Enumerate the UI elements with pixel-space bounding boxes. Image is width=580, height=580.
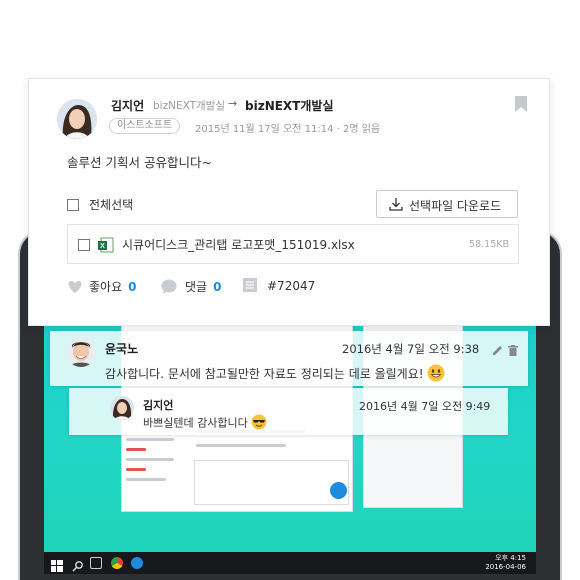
- tag-list-icon: [243, 278, 257, 295]
- like-label: 좋아요: [89, 280, 123, 294]
- compose-fab: [330, 482, 347, 499]
- decor-line: [126, 478, 166, 481]
- download-button-label: 선택파일 다운로드: [409, 199, 502, 213]
- comment-action[interactable]: 댓글 0: [161, 278, 221, 297]
- pencil-icon[interactable]: [492, 341, 503, 360]
- arrow-icon: →: [228, 97, 238, 110]
- chrome-icon[interactable]: [111, 557, 123, 569]
- decor-line: [126, 448, 146, 451]
- select-all-checkbox[interactable]: [67, 199, 79, 211]
- comment-count: 0: [213, 280, 222, 294]
- screenshot: 오후 4:15 2016-04-06 김지언 bizNEXT개발실 → bizN…: [0, 0, 580, 580]
- decor-line: [196, 444, 286, 447]
- decor-line: [126, 458, 174, 461]
- commenter-avatar[interactable]: [66, 337, 96, 367]
- decor-line: [126, 468, 146, 471]
- comment-time: 2016년 4월 7일 오전 9:38: [342, 342, 480, 356]
- like-action[interactable]: 좋아요 0: [67, 278, 136, 297]
- post-meta: 2015년 11월 17일 오전 11:14 · 2명 읽음: [195, 124, 381, 135]
- comment-text: 바쁘실텐데 감사합니다: [143, 414, 267, 433]
- clock[interactable]: 오후 4:15 2016-04-06: [485, 554, 526, 572]
- app-icon[interactable]: [131, 557, 143, 569]
- like-count: 0: [128, 280, 137, 294]
- bookmark-icon[interactable]: [515, 96, 527, 112]
- post-message: 솔루션 기획서 공유합니다~: [67, 155, 212, 170]
- download-icon: [389, 197, 403, 214]
- taskbar: 오후 4:15 2016-04-06: [44, 552, 536, 574]
- comment-text-body: 바쁘실텐데 감사합니다: [143, 416, 248, 430]
- comment-item: 윤국노 2016년 4월 7일 오전 9:38 감사합니다. 문서에 참고될만한…: [50, 331, 528, 386]
- clock-date: 2016-04-06: [485, 563, 526, 571]
- excel-file-icon: X: [98, 237, 114, 257]
- author-avatar[interactable]: [57, 99, 97, 139]
- author-name[interactable]: 김지언: [111, 97, 144, 114]
- search-icon[interactable]: [72, 557, 84, 572]
- file-checkbox[interactable]: [78, 239, 90, 251]
- select-all-label[interactable]: 전체선택: [89, 196, 133, 213]
- comment-time: 2016년 4월 7일 오전 9:49: [359, 400, 491, 413]
- commenter-avatar[interactable]: [110, 396, 134, 420]
- trash-icon[interactable]: [508, 341, 518, 360]
- attachment-row[interactable]: X 시큐어디스크_관리탭 로고포맷_151019.xlsx 58.15KB: [67, 224, 519, 264]
- task-view-icon[interactable]: [90, 557, 102, 569]
- comment-item: 김지언 2016년 4월 7일 오전 9:49 바쁘실텐데 감사합니다: [69, 388, 508, 435]
- comment-text: 감사합니다. 문서에 참고될만한 자료도 정리되는 데로 올릴게요!: [105, 364, 445, 385]
- background-post-card: [194, 460, 349, 505]
- comment-text-body: 감사합니다. 문서에 참고될만한 자료도 정리되는 데로 올릴게요!: [105, 367, 424, 381]
- svg-text:X: X: [100, 243, 105, 250]
- comment-label: 댓글: [185, 280, 208, 294]
- heart-icon: [67, 280, 83, 297]
- smile-emoji-icon: [427, 364, 445, 385]
- comment-bubble-icon: [161, 279, 177, 297]
- target-group[interactable]: bizNEXT개발실: [245, 97, 334, 114]
- sunglasses-emoji-icon: [251, 414, 267, 433]
- company-tag: 이스트소프트: [109, 118, 181, 134]
- download-selected-button[interactable]: 선택파일 다운로드: [376, 190, 518, 218]
- author-department: bizNEXT개발실: [153, 100, 225, 112]
- commenter-name[interactable]: 윤국노: [105, 340, 138, 357]
- post-card: 김지언 bizNEXT개발실 → bizNEXT개발실 이스트소프트 2015년…: [28, 78, 550, 326]
- file-size: 58.15KB: [469, 239, 509, 250]
- decor-line: [126, 438, 174, 441]
- commenter-name[interactable]: 김지언: [143, 397, 173, 413]
- post-tag-text: #72047: [267, 279, 316, 293]
- file-name[interactable]: 시큐어디스크_관리탭 로고포맷_151019.xlsx: [122, 236, 355, 253]
- windows-start-icon[interactable]: [51, 557, 63, 572]
- clock-time: 오후 4:15: [495, 554, 526, 562]
- post-tag: #72047: [243, 278, 315, 295]
